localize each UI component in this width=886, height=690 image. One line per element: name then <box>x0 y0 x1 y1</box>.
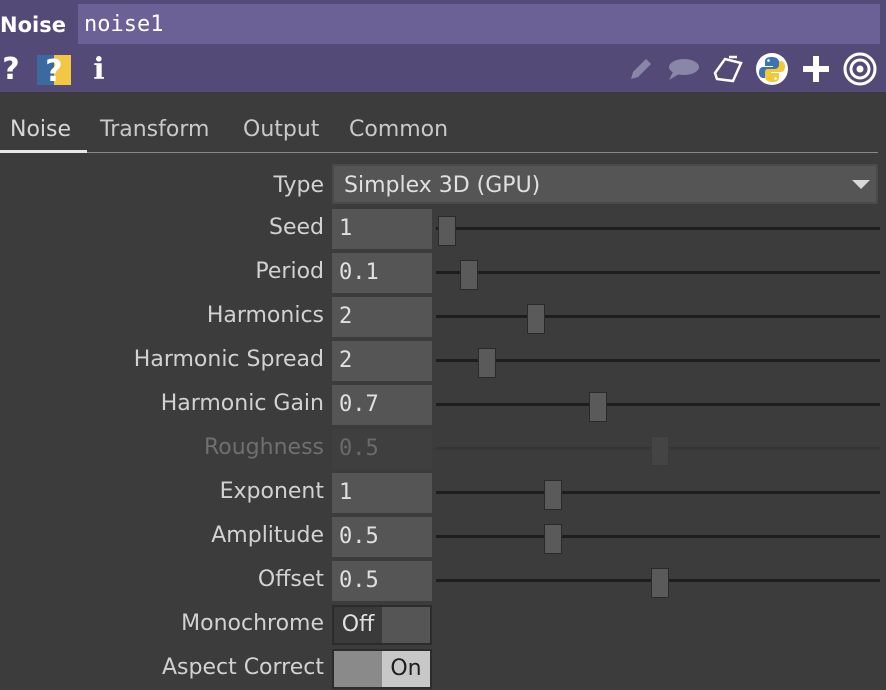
param-label-aspect-correct: Aspect Correct <box>161 655 324 680</box>
harmonic-spread-field[interactable]: 2 <box>332 341 432 381</box>
param-label-seed: Seed <box>269 215 324 240</box>
harmonic-gain-slider-track[interactable] <box>436 403 880 406</box>
param-row-offset: Offset 0.5 <box>0 558 886 602</box>
help-icon[interactable]: ? <box>0 50 22 88</box>
tab-noise[interactable]: Noise <box>10 112 71 150</box>
period-slider-handle[interactable] <box>460 260 479 290</box>
active-tab-indicator <box>0 150 87 153</box>
harmonic-spread-slider-handle[interactable] <box>477 348 496 378</box>
clone-icon[interactable] <box>710 50 748 88</box>
harmonics-slider-track[interactable] <box>436 315 880 318</box>
amplitude-field[interactable]: 0.5 <box>332 517 432 557</box>
exponent-field[interactable]: 1 <box>332 473 432 513</box>
param-label-harmonic-gain: Harmonic Gain <box>160 391 324 416</box>
monochrome-toggle-knob <box>382 607 430 643</box>
param-label-harmonic-spread: Harmonic Spread <box>133 347 324 372</box>
offset-slider-handle[interactable] <box>651 568 669 598</box>
operator-type-label: Noise <box>0 13 66 37</box>
harmonic-spread-slider-track[interactable] <box>436 359 880 362</box>
period-field[interactable]: 0.1 <box>332 253 432 293</box>
svg-text:?: ? <box>45 54 62 87</box>
tab-output[interactable]: Output <box>243 112 319 150</box>
tab-transform[interactable]: Transform <box>100 112 209 150</box>
period-slider-track[interactable] <box>436 271 880 274</box>
aspect-correct-toggle-text: On <box>382 651 430 687</box>
roughness-field: 0.5 <box>332 429 432 469</box>
param-label-exponent: Exponent <box>219 479 324 504</box>
harmonics-slider-handle[interactable] <box>526 304 545 334</box>
dropdown-arrow-icon <box>852 180 870 189</box>
amplitude-slider-track[interactable] <box>436 535 880 538</box>
param-label-amplitude: Amplitude <box>211 523 324 548</box>
param-label-monochrome: Monochrome <box>181 611 324 636</box>
tab-divider <box>0 152 878 153</box>
edit-pencil-icon[interactable] <box>626 50 656 88</box>
offset-field[interactable]: 0.5 <box>332 561 432 601</box>
param-row-roughness: Roughness 0.5 <box>0 426 886 470</box>
type-dropdown-value: Simplex 3D (GPU) <box>344 173 541 198</box>
exponent-slider-track[interactable] <box>436 491 880 494</box>
harmonic-gain-field[interactable]: 0.7 <box>332 385 432 425</box>
param-row-monochrome: Monochrome Off <box>0 602 886 646</box>
param-row-harmonics: Harmonics 2 <box>0 294 886 338</box>
seed-slider-handle[interactable] <box>437 216 456 246</box>
tab-common[interactable]: Common <box>349 112 448 150</box>
amplitude-slider-handle[interactable] <box>544 524 563 554</box>
aspect-correct-toggle-knob <box>334 651 382 687</box>
operator-help-icon[interactable]: ? <box>34 50 74 88</box>
operator-name-field[interactable] <box>78 4 880 44</box>
seed-slider-track[interactable] <box>436 227 880 230</box>
harmonic-gain-slider-handle[interactable] <box>588 392 607 422</box>
param-row-period: Period 0.1 <box>0 250 886 294</box>
comment-icon[interactable] <box>664 50 702 88</box>
info-icon[interactable]: i <box>88 50 110 88</box>
aspect-correct-toggle[interactable]: On <box>332 649 432 689</box>
param-label-harmonics: Harmonics <box>206 303 324 328</box>
operator-header: Noise ? ? i <box>0 0 886 92</box>
monochrome-toggle-text: Off <box>334 607 382 643</box>
target-icon[interactable] <box>842 50 878 88</box>
monochrome-toggle[interactable]: Off <box>332 605 432 645</box>
parameter-tabs: Noise Transform Output Common <box>0 112 878 154</box>
roughness-slider-handle <box>651 436 669 466</box>
exponent-slider-handle[interactable] <box>544 480 563 510</box>
param-row-harmonic-gain: Harmonic Gain 0.7 <box>0 382 886 426</box>
type-dropdown[interactable]: Simplex 3D (GPU) <box>332 164 878 204</box>
param-label-type: Type <box>273 173 324 198</box>
python-icon[interactable] <box>754 50 790 88</box>
param-row-aspect-correct: Aspect Correct On <box>0 646 886 690</box>
param-label-offset: Offset <box>257 567 324 592</box>
param-label-roughness: Roughness <box>203 435 324 460</box>
param-label-period: Period <box>255 259 324 284</box>
param-row-exponent: Exponent 1 <box>0 470 886 514</box>
add-icon[interactable] <box>800 50 832 88</box>
harmonics-field[interactable]: 2 <box>332 297 432 337</box>
param-row-type: Type Simplex 3D (GPU) <box>0 164 886 208</box>
param-row-seed: Seed 1 <box>0 206 886 250</box>
seed-field[interactable]: 1 <box>332 209 432 249</box>
param-row-harmonic-spread: Harmonic Spread 2 <box>0 338 886 382</box>
param-row-amplitude: Amplitude 0.5 <box>0 514 886 558</box>
